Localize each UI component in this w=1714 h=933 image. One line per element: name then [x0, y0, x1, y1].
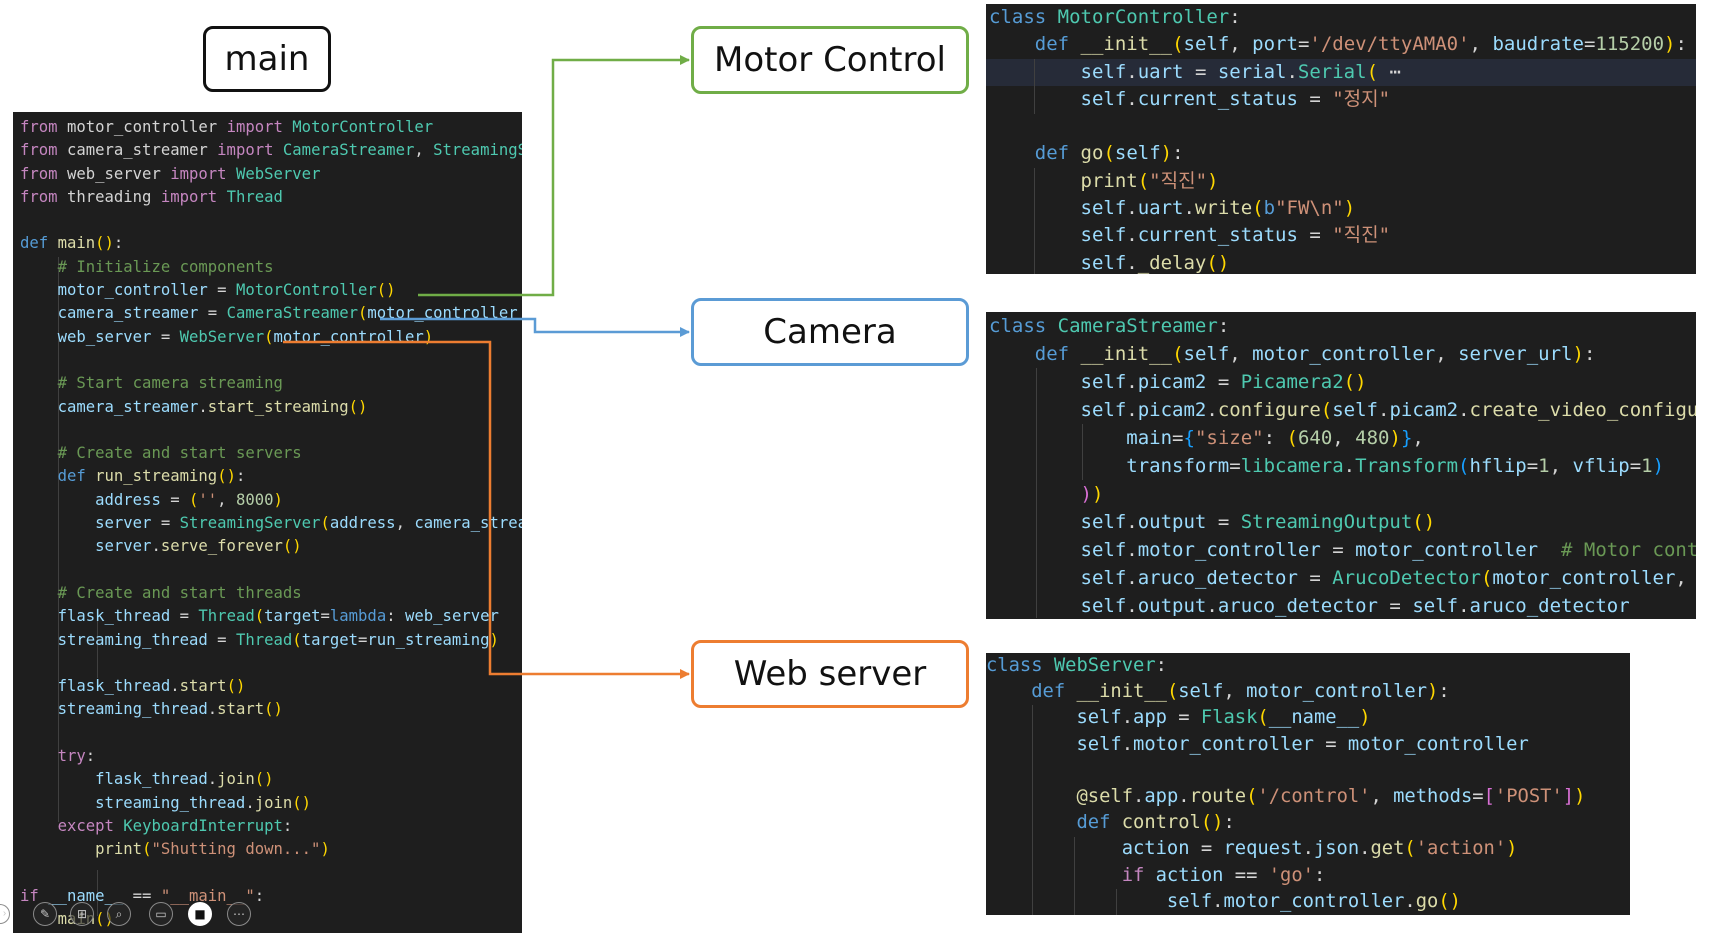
- subtitles-icon[interactable]: ▭: [149, 902, 173, 926]
- player-toolbar: › ✎ ⊞ ⌕ ▭ ■ ⋯: [0, 900, 260, 927]
- arrow-right-icon[interactable]: ›: [0, 904, 10, 924]
- web-server-connector: [283, 340, 690, 679]
- more-icon[interactable]: ⋯: [227, 902, 251, 926]
- video-camera-icon[interactable]: ■: [188, 902, 212, 926]
- magnifier-icon[interactable]: ⌕: [107, 902, 131, 926]
- connector-layer: [283, 55, 690, 679]
- grid-icon[interactable]: ⊞: [70, 902, 94, 926]
- camera-connector: [380, 317, 690, 337]
- pen-icon[interactable]: ✎: [33, 902, 57, 926]
- motor-control-connector: [418, 55, 690, 297]
